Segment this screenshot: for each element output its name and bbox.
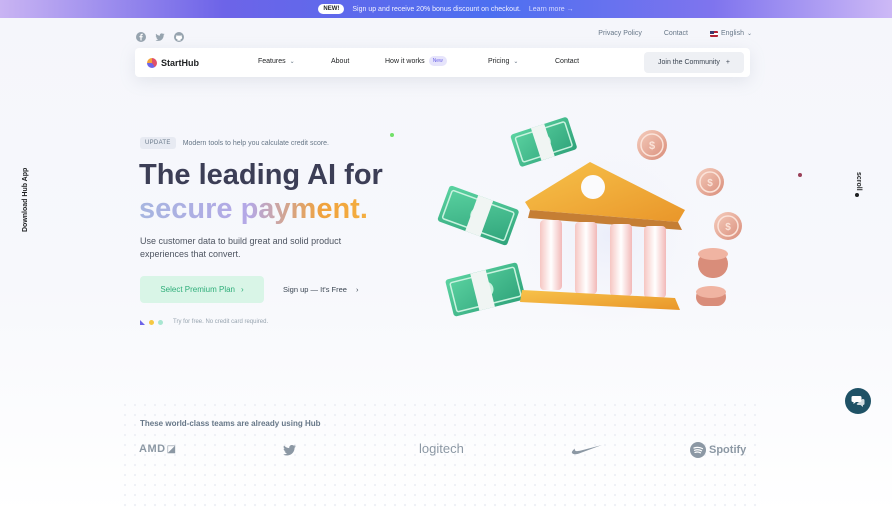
promo-text: Sign up and receive 20% bonus discount o…	[352, 5, 521, 13]
nav-contact-label: Contact	[555, 58, 580, 65]
select-premium-plan-button[interactable]: Select Premium Plan ›	[140, 276, 264, 303]
plus-icon: +	[725, 59, 730, 66]
signup-free-label: Sign up — It's Free	[283, 285, 347, 294]
privacy-policy-link[interactable]: Privacy Policy	[598, 30, 642, 37]
spotify-logo: Spotify	[690, 442, 746, 458]
hero-tag-text: Modern tools to help you calculate credi…	[182, 139, 330, 147]
hero-title-line2: secure payment.	[139, 192, 383, 226]
scroll-indicator[interactable]: scroll	[855, 172, 862, 191]
scroll-dot	[855, 193, 859, 197]
hero-title-line1: The leading AI for	[139, 159, 383, 191]
triangle-icon	[140, 319, 145, 325]
svg-text:$: $	[725, 222, 731, 233]
join-community-button[interactable]: Join the Community +	[644, 52, 744, 73]
nike-logo	[571, 444, 603, 456]
amd-logo: AMD ◪	[139, 443, 177, 455]
hero-title: The leading AI for secure payment.	[139, 158, 383, 226]
brand-logo[interactable]: StartHub	[147, 57, 199, 68]
new-badge: NEW!	[318, 4, 345, 14]
utility-nav: Privacy Policy Contact English ⌄	[598, 30, 752, 37]
nav-pricing[interactable]: Pricing ⌄	[488, 58, 518, 65]
trial-note: Try for free. No credit card required.	[140, 319, 268, 325]
nav-how-it-works[interactable]: How it works New	[385, 56, 447, 66]
amd-mark-icon: ◪	[166, 443, 177, 455]
coin-icon: $	[637, 130, 667, 160]
chevron-down-icon: ⌄	[289, 59, 295, 65]
chevron-right-icon: ›	[241, 285, 244, 294]
join-community-label: Join the Community	[658, 59, 720, 66]
bank-illustration: $ $ $	[430, 110, 760, 340]
nav-features[interactable]: Features ⌄	[258, 58, 295, 65]
brand-name: StartHub	[161, 57, 199, 68]
promo-banner: NEW! Sign up and receive 20% bonus disco…	[0, 0, 892, 18]
logo-icon	[147, 57, 157, 68]
chevron-right-icon: ›	[355, 285, 359, 294]
nav-contact[interactable]: Contact	[555, 58, 579, 65]
twitter-logo	[281, 443, 298, 457]
logitech-logo: logitech	[419, 441, 464, 456]
social-links	[136, 29, 184, 42]
svg-text:$: $	[649, 140, 655, 152]
spotify-icon	[690, 442, 706, 458]
clients-title: These world-class teams are already usin…	[140, 419, 321, 428]
svg-text:$: $	[707, 178, 713, 189]
learn-more-link[interactable]: Learn more →	[529, 6, 574, 13]
update-badge: UPDATE	[140, 137, 176, 149]
main-navbar: StartHub Features ⌄ About How it works N…	[135, 48, 750, 77]
us-flag-icon	[710, 30, 718, 37]
github-icon[interactable]	[174, 29, 184, 42]
nav-features-label: Features	[258, 58, 286, 65]
trial-note-text: Try for free. No credit card required.	[173, 319, 269, 325]
new-badge: New	[428, 56, 447, 66]
dot-pattern	[120, 400, 760, 514]
language-selector[interactable]: English ⌄	[710, 30, 752, 37]
language-label: English	[721, 30, 744, 37]
hero-tag: UPDATE Modern tools to help you calculat…	[140, 137, 329, 149]
nav-pricing-label: Pricing	[488, 58, 510, 65]
chat-button[interactable]	[845, 388, 871, 414]
contact-link[interactable]: Contact	[664, 30, 688, 37]
yellow-dot-icon	[149, 319, 154, 325]
chevron-down-icon: ⌄	[513, 59, 519, 65]
decorative-dot	[390, 133, 394, 137]
decorative-dot	[798, 173, 802, 177]
nav-how-it-works-label: How it works	[385, 57, 425, 65]
signup-free-link[interactable]: Sign up — It's Free ›	[283, 285, 358, 294]
hero-description: Use customer data to build great and sol…	[140, 236, 342, 259]
facebook-icon[interactable]	[136, 29, 146, 42]
cta-primary-label: Select Premium Plan	[160, 285, 236, 294]
chevron-down-icon: ⌄	[746, 31, 752, 37]
nav-about-label: About	[331, 58, 350, 65]
green-dot-icon	[158, 319, 163, 325]
nav-about[interactable]: About	[331, 58, 349, 65]
twitter-icon[interactable]	[155, 29, 165, 41]
download-app-link[interactable]: Download Hub App	[22, 168, 29, 232]
chat-icon	[851, 396, 865, 407]
